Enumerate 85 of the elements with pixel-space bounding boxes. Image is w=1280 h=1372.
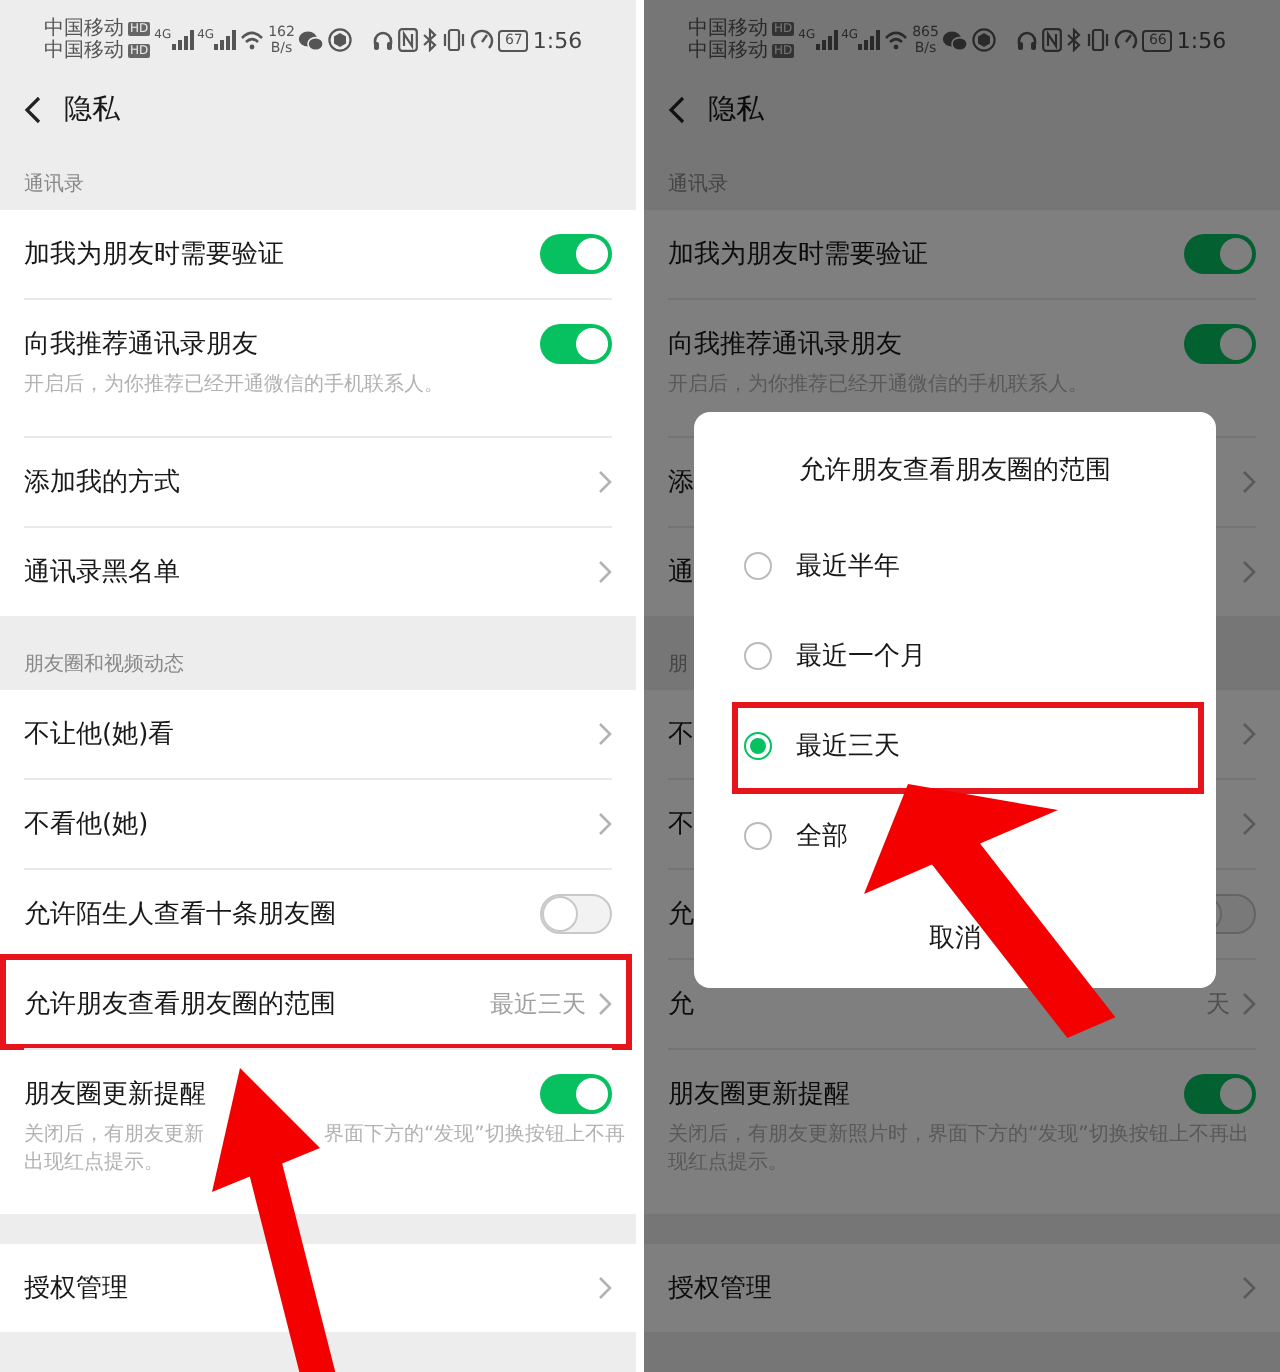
chat-icon (942, 29, 969, 51)
signal-icon (858, 30, 881, 50)
chevron-icon[interactable] (1242, 470, 1256, 494)
chevron-icon[interactable] (598, 1276, 612, 1300)
setting-label[interactable]: 允许朋友查看朋友圈的范围 (24, 986, 336, 1022)
toggle-switch[interactable] (1184, 1074, 1256, 1114)
gauge-icon (470, 28, 495, 52)
dialog-title: 允许朋友查看朋友圈的范围 (797, 454, 1113, 490)
radio-button[interactable] (744, 641, 772, 669)
bluetooth-icon (422, 28, 439, 52)
back-icon[interactable] (24, 96, 42, 124)
chevron-icon[interactable] (1242, 1276, 1256, 1300)
page-title: 隐私 (708, 92, 764, 128)
clock-time: 1:56 (1176, 27, 1227, 53)
toggle-switch[interactable] (540, 324, 612, 364)
toggle-switch[interactable] (540, 234, 612, 274)
gauge-icon (1114, 28, 1139, 52)
toggle-switch[interactable] (540, 894, 612, 934)
setting-label[interactable]: 授权管理 (668, 1270, 772, 1306)
setting-label[interactable]: 不 (668, 806, 694, 842)
setting-label: 允 (668, 898, 694, 932)
chevron-icon[interactable] (598, 560, 612, 584)
setting-note: 开启后，为你推荐已经开通微信的手机联系人。 (24, 374, 444, 396)
setting-label[interactable]: 授权管理 (24, 1270, 128, 1306)
radio-button[interactable] (744, 821, 772, 849)
option-label[interactable]: 最近三天 (796, 727, 900, 763)
chevron-icon[interactable] (1242, 722, 1256, 746)
headset-icon (372, 29, 395, 51)
headset-icon (1016, 29, 1039, 51)
signal-icon (815, 30, 838, 50)
signal-icon (171, 30, 194, 50)
section-header: 朋友圈和视频动态 (24, 651, 184, 678)
carrier-name: 中国移动 (688, 18, 768, 40)
radio-button[interactable] (744, 731, 772, 759)
section-header: 通讯录 (24, 171, 84, 198)
nfc-icon (398, 28, 419, 52)
toggle-switch[interactable] (540, 1074, 612, 1114)
option-label[interactable]: 全部 (796, 817, 848, 853)
toggle-switch[interactable] (1184, 324, 1256, 364)
cancel-button[interactable]: 取消 (917, 912, 993, 964)
chevron-icon[interactable] (598, 992, 612, 1016)
chevron-icon[interactable] (1242, 992, 1256, 1016)
signal-icon (214, 30, 237, 50)
setting-label: 允许陌生人查看十条朋友圈 (24, 898, 336, 932)
radio-button[interactable] (744, 551, 772, 579)
setting-label[interactable]: 添 (668, 464, 694, 500)
vibrate-icon (1086, 28, 1111, 52)
chevron-icon[interactable] (1242, 812, 1256, 836)
page-title: 隐私 (64, 92, 120, 128)
carrier-name: 中国移动 (44, 40, 124, 62)
option-label[interactable]: 最近半年 (796, 547, 900, 583)
setting-label: 加我为朋友时需要验证 (668, 238, 928, 272)
chat-icon (298, 29, 325, 51)
setting-label: 向我推荐通讯录朋友 (668, 328, 902, 362)
wifi-icon (240, 30, 265, 50)
vibrate-icon (442, 28, 467, 52)
setting-label[interactable]: 添加我的方式 (24, 464, 180, 500)
carrier-name: 中国移动 (44, 18, 124, 40)
setting-label[interactable]: 不 (668, 716, 694, 752)
toggle-switch[interactable] (1184, 234, 1256, 274)
setting-note: 出现红点提示。 (24, 1150, 164, 1178)
chevron-icon[interactable] (1242, 560, 1256, 584)
setting-label[interactable]: 不让他(她)看 (24, 716, 175, 752)
wifi-icon (884, 30, 909, 50)
option-label[interactable]: 最近一个月 (796, 637, 926, 673)
setting-label[interactable]: 通讯录黑名单 (24, 554, 180, 590)
clock-time: 1:56 (532, 27, 583, 53)
nfc-icon (1042, 28, 1063, 52)
bluetooth-icon (1066, 28, 1083, 52)
setting-label[interactable]: 通 (668, 554, 694, 590)
chevron-icon[interactable] (598, 722, 612, 746)
setting-value: 最近三天 (490, 987, 586, 1021)
setting-label: 朋友圈更新提醒 (24, 1078, 206, 1112)
setting-label[interactable]: 允 (668, 986, 694, 1022)
setting-note: 关闭后，有朋友更新 (24, 1122, 204, 1150)
carrier-name: 中国移动 (688, 40, 768, 62)
chevron-icon[interactable] (598, 812, 612, 836)
setting-label: 朋友圈更新提醒 (668, 1078, 850, 1112)
hexagon-icon (972, 28, 997, 52)
setting-label: 加我为朋友时需要验证 (24, 238, 284, 272)
setting-label: 向我推荐通讯录朋友 (24, 328, 258, 362)
chevron-icon[interactable] (598, 470, 612, 494)
hexagon-icon (328, 28, 353, 52)
setting-label[interactable]: 不看他(她) (24, 806, 149, 842)
setting-note: 界面下方的“发现”切换按钮上不再 (324, 1122, 625, 1150)
